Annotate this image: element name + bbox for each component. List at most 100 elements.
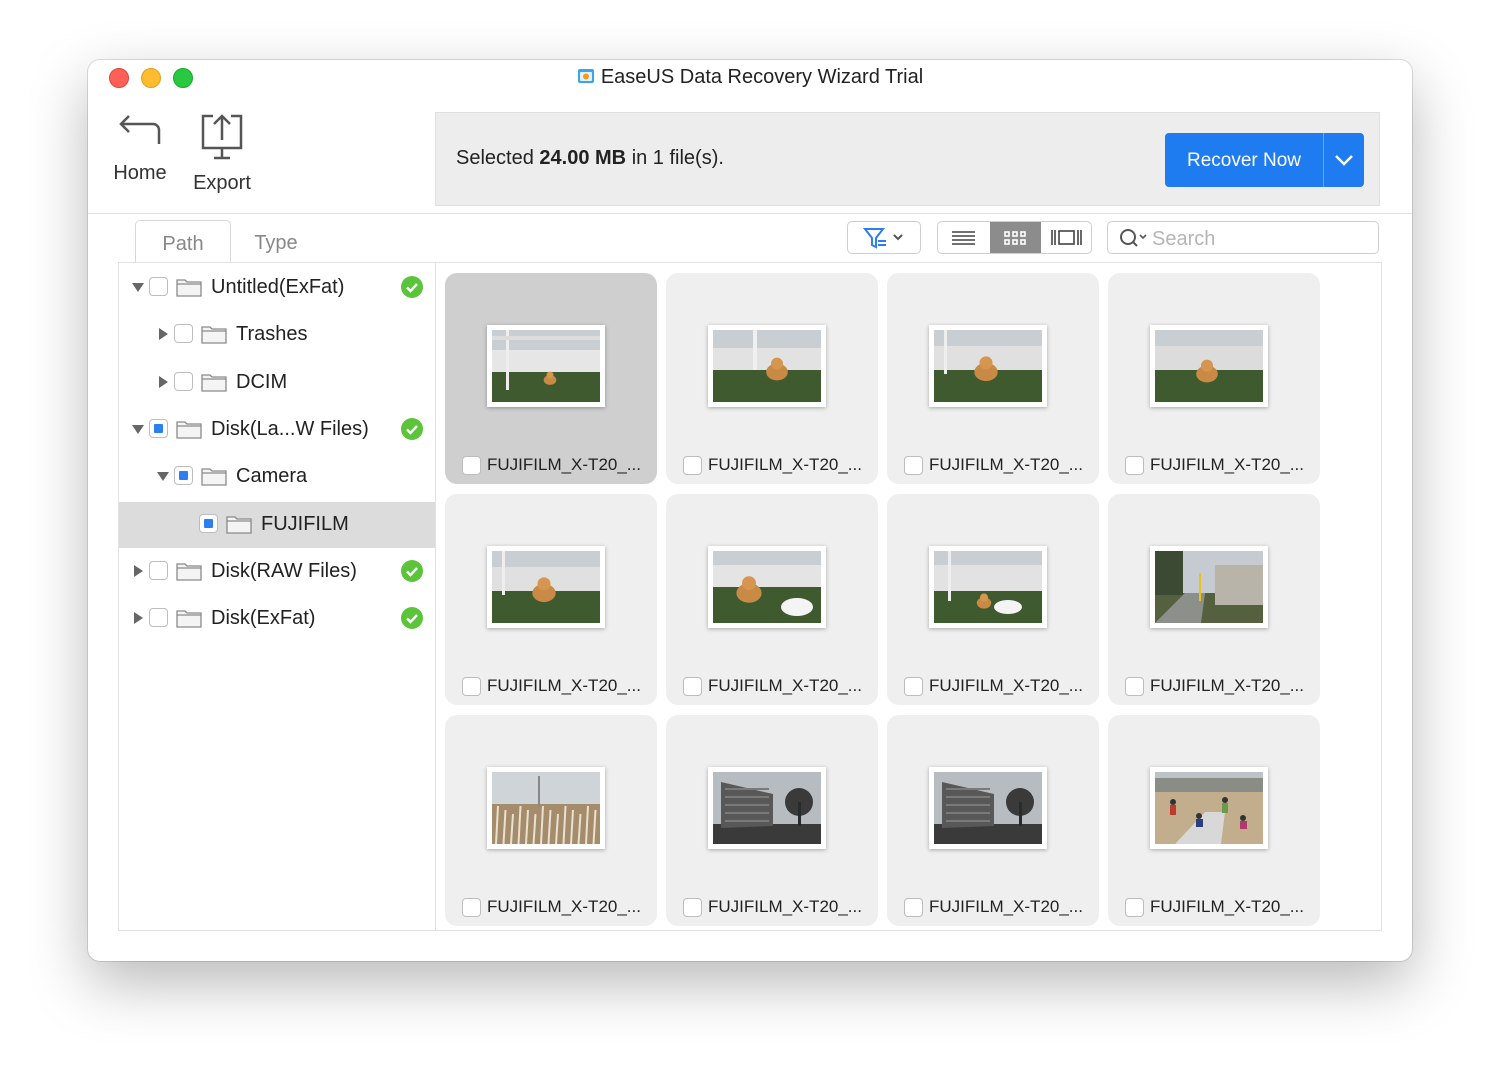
tree-item-checkbox[interactable]	[149, 608, 168, 628]
tree-item-checkbox[interactable]	[149, 277, 168, 296]
tree-item-checkbox[interactable]	[174, 371, 193, 391]
folder-icon	[226, 515, 252, 534]
tree-item[interactable]: DCIM	[119, 360, 435, 406]
filmstrip-view-button[interactable]	[1041, 222, 1091, 253]
tree-item[interactable]: Disk(RAW Files)	[119, 549, 435, 595]
tree-item-checkbox[interactable]	[174, 466, 193, 486]
grid-view-button[interactable]	[990, 222, 1041, 253]
file-name: FUJIFILM_X-T20_...	[487, 455, 641, 474]
tree-item-label: FUJIFILM	[261, 512, 349, 535]
file-thumbnail	[708, 325, 826, 407]
photo-image	[713, 551, 821, 623]
file-thumbnail	[1150, 767, 1268, 849]
file-checkbox[interactable]	[462, 677, 481, 696]
disclosure-expanded-icon[interactable]	[131, 280, 145, 294]
status-prefix: Selected	[456, 147, 534, 169]
file-thumbnail	[1150, 325, 1268, 407]
check-circle-icon	[401, 559, 423, 582]
tree-item-checkbox[interactable]	[149, 560, 168, 580]
check-circle-icon	[401, 417, 423, 440]
file-tile[interactable]: FUJIFILM_X-T20_...	[666, 273, 878, 484]
home-button[interactable]: Home	[110, 112, 170, 185]
search-icon	[1120, 229, 1147, 247]
list-view-button[interactable]	[938, 222, 989, 253]
tree-item[interactable]: Untitled(ExFat)	[119, 265, 435, 311]
filter-button[interactable]	[847, 221, 921, 254]
tree-item[interactable]: Trashes	[119, 312, 435, 358]
tree-item[interactable]: Disk(ExFat)	[119, 596, 435, 642]
file-tile[interactable]: FUJIFILM_X-T20_...	[1108, 715, 1320, 926]
photo-image	[1155, 772, 1263, 844]
tree-item-label: DCIM	[236, 370, 288, 393]
file-checkbox[interactable]	[683, 898, 702, 917]
file-thumbnail	[929, 325, 1047, 407]
recover-options-dropdown[interactable]	[1324, 133, 1364, 187]
tree-item-checkbox[interactable]	[149, 418, 168, 438]
file-checkbox[interactable]	[683, 677, 702, 696]
file-tile[interactable]: FUJIFILM_X-T20_...	[666, 494, 878, 705]
folder-icon	[176, 610, 202, 628]
file-checkbox[interactable]	[904, 456, 923, 475]
file-checkbox[interactable]	[1125, 456, 1144, 475]
filmstrip-view-icon	[1051, 230, 1082, 245]
file-tile[interactable]: FUJIFILM_X-T20_...	[445, 273, 657, 484]
tab-path[interactable]: Path	[135, 220, 231, 263]
photo-image	[713, 772, 821, 844]
file-name: FUJIFILM_X-T20_...	[929, 897, 1083, 916]
toolbar-divider	[88, 213, 1412, 214]
app-icon	[577, 69, 594, 83]
file-checkbox[interactable]	[1125, 898, 1144, 917]
tab-type[interactable]: Type	[235, 220, 317, 262]
search-input[interactable]	[1150, 226, 1374, 252]
home-label: Home	[113, 162, 167, 184]
disclosure-collapsed-icon[interactable]	[131, 611, 145, 625]
file-thumbnail	[487, 325, 605, 407]
file-tile[interactable]: FUJIFILM_X-T20_...	[887, 273, 1099, 484]
file-name: FUJIFILM_X-T20_...	[708, 897, 862, 916]
filter-icon	[862, 228, 903, 249]
file-checkbox[interactable]	[904, 898, 923, 917]
tree-item-label: Camera	[236, 465, 308, 488]
file-checkbox[interactable]	[683, 456, 702, 475]
back-arrow-icon	[119, 115, 161, 144]
selection-summary: Selected 24.00 MB in 1 file(s).	[456, 147, 724, 170]
tree-item[interactable]: Disk(La...W Files)	[119, 407, 435, 453]
tree-item-checkbox[interactable]	[199, 513, 218, 533]
photo-image	[492, 330, 600, 402]
search-box	[1107, 221, 1379, 254]
file-tile[interactable]: FUJIFILM_X-T20_...	[445, 715, 657, 926]
disclosure-collapsed-icon[interactable]	[156, 327, 170, 341]
folder-icon	[201, 326, 227, 344]
tree-item-checkbox[interactable]	[174, 324, 193, 344]
file-tile[interactable]: FUJIFILM_X-T20_...	[445, 494, 657, 705]
file-checkbox[interactable]	[462, 456, 481, 475]
file-checkbox[interactable]	[904, 677, 923, 696]
photo-image	[934, 330, 1042, 402]
file-tile[interactable]: FUJIFILM_X-T20_...	[887, 715, 1099, 926]
list-view-icon	[952, 231, 975, 245]
disclosure-expanded-icon[interactable]	[156, 469, 170, 483]
window-title-wrap: EaseUS Data Recovery Wizard Trial	[88, 66, 1412, 89]
tree-item-label: Untitled(ExFat)	[211, 276, 345, 298]
file-checkbox[interactable]	[462, 898, 481, 917]
file-thumbnail	[929, 546, 1047, 628]
file-name: FUJIFILM_X-T20_...	[487, 897, 641, 916]
tree-item[interactable]: Camera	[119, 454, 435, 500]
disclosure-expanded-icon[interactable]	[131, 422, 145, 436]
tree-item[interactable]: FUJIFILM	[119, 501, 435, 548]
file-thumbnail	[929, 767, 1047, 849]
export-button[interactable]: Export	[188, 112, 256, 195]
recover-now-label: Recover Now	[1186, 150, 1302, 171]
grid-view-icon	[1004, 231, 1026, 245]
file-tile[interactable]: FUJIFILM_X-T20_...	[1108, 273, 1320, 484]
check-circle-icon	[401, 276, 423, 298]
view-toggle-group	[937, 221, 1092, 254]
disclosure-collapsed-icon[interactable]	[131, 564, 145, 578]
file-checkbox[interactable]	[1125, 677, 1144, 696]
file-tile[interactable]: FUJIFILM_X-T20_...	[887, 494, 1099, 705]
file-tile[interactable]: FUJIFILM_X-T20_...	[1108, 494, 1320, 705]
disclosure-collapsed-icon[interactable]	[156, 375, 170, 389]
file-tile[interactable]: FUJIFILM_X-T20_...	[666, 715, 878, 926]
recover-now-button[interactable]: Recover Now	[1165, 133, 1364, 187]
file-name: FUJIFILM_X-T20_...	[1150, 897, 1304, 916]
